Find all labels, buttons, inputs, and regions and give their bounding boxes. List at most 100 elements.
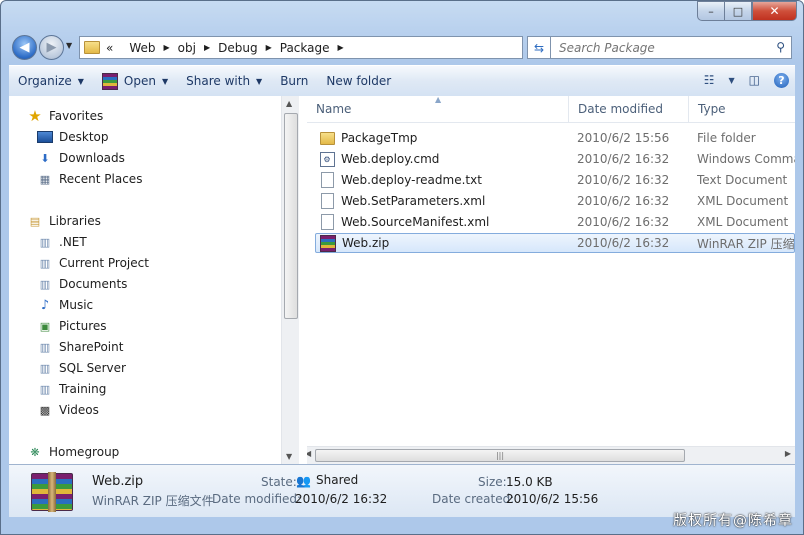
search-box[interactable]: ⚲ [550,36,792,59]
shared-users-icon: 👥 [296,474,311,488]
file-row[interactable]: PackageTmp 2010/6/2 15:56 File folder [315,128,795,148]
text-file-icon [320,172,334,188]
view-controls: ☷ ▼ ◫ ? [704,66,789,94]
maximize-button[interactable]: □ [724,1,752,21]
new-folder-label: New folder [326,74,392,88]
organize-button[interactable]: Organize ▼ [9,67,93,95]
back-button[interactable]: ◀ [12,35,37,60]
arrow-right-icon: ▶ [46,40,57,55]
scrollbar-thumb[interactable]: ||| [315,449,685,462]
help-icon[interactable]: ? [774,72,789,88]
file-list: Name ▲ Date modified Type PackageTmp 2010… [307,96,795,464]
burn-label: Burn [280,74,309,88]
crumb-separator-icon[interactable]: ▶ [164,43,170,52]
navigation-pane: ★ Favorites Desktop ⬇ Downloads ▦ Recent Pl… [9,96,299,464]
crumb-separator-icon[interactable]: ▶ [204,43,210,52]
horizontal-scrollbar[interactable]: ◀ ||| ▶ [307,446,795,464]
sidebar-homegroup[interactable]: ❋ Homegroup [27,442,119,462]
file-row[interactable]: ⚙ Web.deploy.cmd 2010/6/2 16:32 Windows … [315,149,795,169]
library-icon: ▥ [39,382,51,396]
chevron-down-icon: ▼ [161,76,169,86]
close-button[interactable]: ✕ [752,1,797,21]
navigation-scrollbar[interactable]: ▲ ▼ [281,96,299,464]
details-filename: Web.zip [92,474,144,489]
sidebar-item-current-project[interactable]: ▥ Current Project [37,253,149,273]
cmd-file-icon: ⚙ [319,151,335,167]
sidebar-item-recent-places[interactable]: ▦ Recent Places [37,169,143,189]
file-row-selected[interactable]: Web.zip 2010/6/2 16:32 WinRAR ZIP 压缩 [315,233,795,253]
scroll-right-arrow-icon[interactable]: ▶ [785,449,791,458]
scrollbar-thumb[interactable] [284,113,298,319]
details-filetype: WinRAR ZIP 压缩文件 [92,494,214,508]
forward-button[interactable]: ▶ [39,35,64,60]
crumb-separator-icon[interactable]: ▶ [266,43,272,52]
crumb-debug[interactable]: Debug [218,41,257,55]
downloads-icon: ⬇ [40,151,50,165]
winrar-archive-icon [31,472,73,512]
recent-pages-dropdown[interactable]: ▼ [66,41,72,50]
sidebar-item-net[interactable]: ▥ .NET [37,232,87,252]
pane-splitter[interactable] [299,96,303,464]
command-bar: Organize ▼ Open ▼ Share with ▼ Burn New fol… [9,65,795,97]
library-icon: ▥ [39,361,51,375]
modified-value: 2010/6/2 16:32 [295,492,388,506]
view-options-icon[interactable]: ☷ [704,73,715,87]
column-headers: Name ▲ Date modified Type [307,96,795,123]
explorer-window: – □ ✕ ◀ ▶ ▼ « Web ▶ obj ▶ Debug ▶ Package ▶ … [0,0,804,535]
size-value: 15.0 KB [506,475,553,489]
winrar-zip-icon [320,234,336,252]
sidebar-favorites-header[interactable]: ★ Favorites [27,106,103,126]
pictures-icon: ▣ [39,319,51,333]
sidebar-item-desktop[interactable]: Desktop [37,127,109,147]
sort-ascending-icon: ▲ [435,96,442,104]
new-folder-button[interactable]: New folder [317,67,400,95]
arrow-left-icon: ◀ [19,40,30,55]
sidebar-item-documents[interactable]: ▥ Documents [37,274,128,294]
crumb-separator-icon[interactable]: ▶ [338,43,344,52]
refresh-button[interactable]: ⇆ [527,36,551,59]
state-label: State: [261,475,297,489]
sidebar-item-sharepoint[interactable]: ▥ SharePoint [37,337,124,357]
content-area: ★ Favorites Desktop ⬇ Downloads ▦ Recent Pl… [9,96,795,464]
sidebar-item-pictures[interactable]: ▣ Pictures [37,316,107,336]
desktop-icon [37,130,53,144]
share-with-label: Share with [186,74,251,88]
column-header-name[interactable]: Name ▲ [307,96,569,122]
scroll-down-arrow-icon[interactable]: ▼ [286,452,292,461]
winrar-icon [101,72,118,90]
file-row[interactable]: Web.SourceManifest.xml 2010/6/2 16:32 XM… [315,212,795,232]
scroll-left-arrow-icon[interactable]: ◀ [307,449,311,458]
minimize-button[interactable]: – [697,1,724,21]
crumb-obj[interactable]: obj [178,41,196,55]
sidebar-item-music[interactable]: ♪ Music [37,295,93,315]
folder-icon [319,131,335,145]
scroll-up-arrow-icon[interactable]: ▲ [286,99,292,108]
column-header-type[interactable]: Type [689,96,795,122]
documents-icon: ▥ [39,277,51,291]
sidebar-item-downloads[interactable]: ⬇ Downloads [37,148,125,168]
libraries-icon: ▤ [29,214,41,228]
videos-icon: ▩ [39,403,51,417]
sidebar-item-sql-server[interactable]: ▥ SQL Server [37,358,126,378]
crumb-web[interactable]: Web [129,41,155,55]
music-icon: ♪ [40,297,50,313]
sidebar-item-videos[interactable]: ▩ Videos [37,400,99,420]
chevron-down-icon[interactable]: ▼ [729,76,735,85]
sidebar-item-training[interactable]: ▥ Training [37,379,107,399]
created-value: 2010/6/2 15:56 [506,492,599,506]
organize-label: Organize [18,74,72,88]
file-row[interactable]: Web.deploy-readme.txt 2010/6/2 16:32 Tex… [315,170,795,190]
preview-pane-icon[interactable]: ◫ [749,73,760,87]
share-with-button[interactable]: Share with ▼ [177,67,271,95]
refresh-icon: ⇆ [533,40,545,55]
sidebar-libraries-header[interactable]: ▤ Libraries [27,211,101,231]
search-icon[interactable]: ⚲ [776,40,785,54]
search-input[interactable] [557,39,771,56]
column-header-date-modified[interactable]: Date modified [569,96,689,122]
file-row[interactable]: Web.SetParameters.xml 2010/6/2 16:32 XML… [315,191,795,211]
crumb-package[interactable]: Package [280,41,330,55]
address-bar[interactable]: « Web ▶ obj ▶ Debug ▶ Package ▶ [79,36,523,59]
burn-button[interactable]: Burn [271,67,317,95]
history-chevron[interactable]: « [106,41,113,55]
open-button[interactable]: Open ▼ [93,67,177,95]
